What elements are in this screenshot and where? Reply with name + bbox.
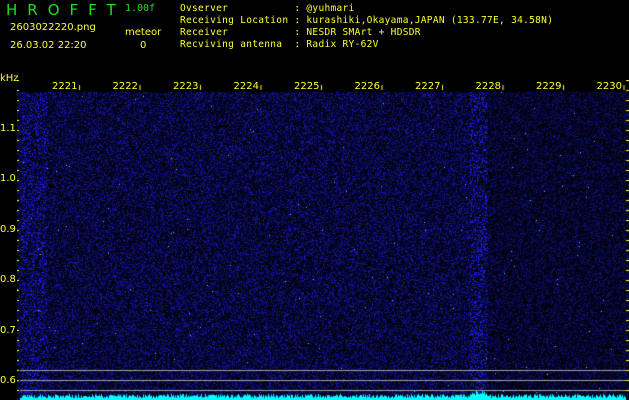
x-tick-label: 2225 [294,81,319,92]
info-receiver: Receiver : NESDR SMArt + HDSDR [180,27,421,38]
waterfall-spectrogram [17,80,629,400]
version: 1.00f [125,3,155,14]
x-tick-label: 2222 [113,81,138,92]
x-tick-label: 2230 [597,81,622,92]
info-location: Receiving Location : kurashiki,Okayama,J… [180,15,553,26]
y-tick-label: 0.6 [0,375,16,386]
y-tick-label: 0.8 [0,274,16,285]
datetime: 26.03.02 22:20 [10,40,87,51]
y-tick-label: 1.0 [0,173,16,184]
x-tick-label: 2223 [173,81,198,92]
x-tick-label: 2226 [355,81,380,92]
y-tick-label: 1.1 [0,123,16,134]
info-antenna: Recviving antenna : Radix RY-62V [180,39,379,50]
info-observer: Ovserver : @yuhmari [180,3,355,14]
meteor-label: meteor [125,27,161,38]
y-unit-label: kHz [0,73,19,84]
x-tick-label: 2227 [415,81,440,92]
x-tick-label: 2224 [234,81,259,92]
meteor-count: 0 [140,40,146,51]
y-tick-label: 0.7 [0,325,16,336]
x-tick-label: 2229 [536,81,561,92]
x-tick-label: 2221 [52,81,77,92]
filename: 2603022220.png [10,22,96,33]
app-title: HROFFT [6,1,126,19]
y-tick-label: 0.9 [0,224,16,235]
x-tick-label: 2228 [476,81,501,92]
